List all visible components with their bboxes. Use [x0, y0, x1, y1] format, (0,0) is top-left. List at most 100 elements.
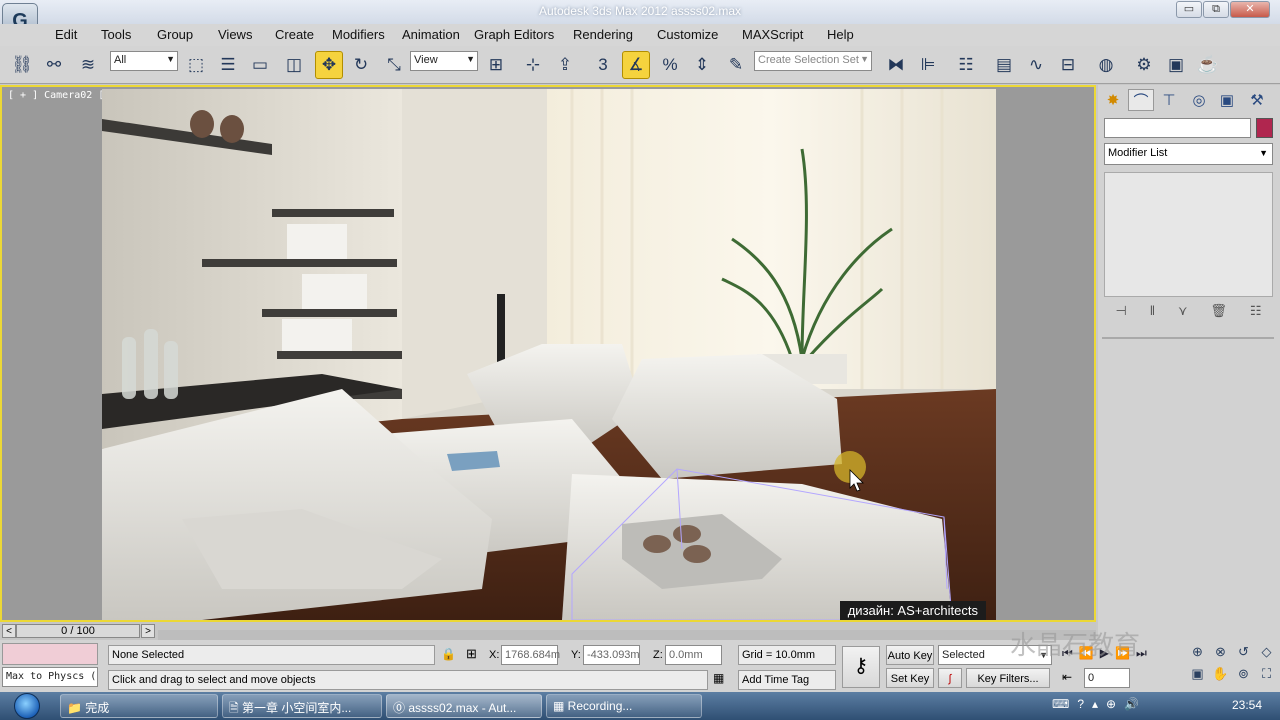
menu-tools[interactable]: Tools: [101, 27, 131, 42]
key-filters-button[interactable]: Key Filters...: [966, 668, 1050, 688]
modifier-stack[interactable]: [1104, 172, 1273, 297]
menu-maxscript[interactable]: MAXScript: [742, 27, 803, 42]
volume-icon[interactable]: 🔊: [1124, 697, 1139, 711]
zoom-all-icon[interactable]: ⊗: [1209, 644, 1232, 666]
rendered-frame-window-icon[interactable]: ▣: [1162, 51, 1190, 79]
help-icon[interactable]: ?: [1077, 697, 1084, 711]
graphite-tools-icon[interactable]: ▤: [990, 51, 1018, 79]
keyboard-icon[interactable]: ⌨: [1052, 697, 1069, 711]
add-time-tag-button[interactable]: Add Time Tag: [738, 670, 836, 690]
current-frame-field[interactable]: 0: [1084, 668, 1130, 688]
y-coordinate-field[interactable]: -433.093m: [583, 645, 640, 665]
set-key-button[interactable]: Set Key: [886, 668, 934, 688]
time-slider-thumb[interactable]: 0 / 100: [16, 624, 140, 638]
taskbar-item-document[interactable]: 🗎 第一章 小空间室内...: [222, 694, 382, 718]
select-scale-icon[interactable]: ⤡: [380, 51, 408, 79]
select-manipulate-icon[interactable]: ⊹: [519, 51, 547, 79]
default-tangent-icon[interactable]: ∫: [938, 668, 962, 688]
render-production-icon[interactable]: ☕: [1194, 51, 1222, 79]
dolly-icon[interactable]: ⊚: [1232, 666, 1255, 688]
make-unique-icon[interactable]: ⋎: [1178, 303, 1188, 323]
named-selection-set-dropdown[interactable]: Create Selection Set ▼: [754, 51, 872, 71]
utilities-tab-icon[interactable]: ⚒: [1244, 89, 1270, 111]
mirror-icon[interactable]: ⧓: [882, 51, 910, 79]
angle-snap-icon[interactable]: ∡: [622, 51, 650, 79]
curve-editor-icon[interactable]: ∿: [1022, 51, 1050, 79]
auto-key-button[interactable]: Auto Key: [886, 645, 934, 665]
maxscript-listener-field[interactable]: Max to Physcs (: [2, 667, 98, 687]
pin-stack-icon[interactable]: ⊣: [1115, 303, 1126, 323]
schematic-view-icon[interactable]: ⊟: [1054, 51, 1082, 79]
camera-viewport[interactable]: [ + ] Camera02 [ Wireframe ] дизайн: AS+…: [0, 85, 1096, 622]
key-mode-toggle-icon[interactable]: ⇤: [1062, 670, 1072, 684]
render-setup-icon[interactable]: ⚙: [1130, 51, 1158, 79]
maximize-viewport-icon[interactable]: ⛶: [1255, 666, 1278, 688]
show-end-result-icon[interactable]: ‖: [1150, 303, 1155, 323]
taskbar-clock[interactable]: 23:54: [1232, 698, 1262, 712]
absolute-mode-icon[interactable]: ⊞: [466, 646, 477, 662]
start-button[interactable]: [6, 692, 48, 720]
material-editor-icon[interactable]: ◍: [1092, 51, 1120, 79]
zoom-extents-icon[interactable]: ▣: [1186, 666, 1209, 688]
layer-manager-icon[interactable]: ☷: [952, 51, 980, 79]
motion-tab-icon[interactable]: ◎: [1186, 89, 1212, 111]
tray-expand-icon[interactable]: ▴: [1092, 697, 1098, 711]
orbit-icon[interactable]: ↺: [1232, 644, 1255, 666]
keyboard-shortcut-override-icon[interactable]: ⇪: [551, 51, 579, 79]
select-rotate-icon[interactable]: ↻: [347, 51, 375, 79]
menu-help[interactable]: Help: [827, 27, 854, 42]
rendered-room-image: [102, 89, 996, 620]
zoom-icon[interactable]: ⊕: [1186, 644, 1209, 666]
taskbar-item-3dsmax[interactable]: ⓪ assss02.max - Aut...: [386, 694, 542, 718]
unlink-icon[interactable]: ⚯: [40, 51, 68, 79]
configure-modifier-sets-icon[interactable]: ☷: [1250, 303, 1262, 323]
restore-button[interactable]: ⧉: [1203, 1, 1229, 18]
track-bar[interactable]: [158, 630, 1096, 640]
menu-modifiers[interactable]: Modifiers: [332, 27, 385, 42]
bind-space-warp-icon[interactable]: ≋: [74, 51, 102, 79]
time-next-button[interactable]: >: [141, 624, 155, 638]
percent-snap-icon[interactable]: %: [656, 51, 684, 79]
hierarchy-tab-icon[interactable]: ⊤: [1156, 89, 1182, 111]
z-coordinate-field[interactable]: 0.0mm: [665, 645, 722, 665]
reference-coordinate-dropdown[interactable]: View ▼: [410, 51, 478, 71]
menu-group[interactable]: Group: [157, 27, 193, 42]
field-of-view-icon[interactable]: ◇: [1255, 644, 1278, 666]
select-object-icon[interactable]: ⬚: [182, 51, 210, 79]
window-crossing-icon[interactable]: ◫: [280, 51, 308, 79]
close-button[interactable]: ✕: [1230, 1, 1270, 18]
set-key-icon[interactable]: ⚷: [842, 646, 880, 688]
menu-rendering[interactable]: Rendering: [573, 27, 633, 42]
menu-graph-editors[interactable]: Graph Editors: [474, 27, 554, 42]
modify-tab-icon[interactable]: ⌒: [1128, 89, 1154, 111]
modifier-list-dropdown[interactable]: Modifier List ▼: [1104, 143, 1273, 165]
link-icon[interactable]: ⛓: [8, 51, 36, 79]
menu-animation[interactable]: Animation: [402, 27, 460, 42]
align-icon[interactable]: ⊫: [914, 51, 942, 79]
edit-named-selection-icon[interactable]: ✎: [722, 51, 750, 79]
time-prev-button[interactable]: <: [2, 624, 16, 638]
create-tab-icon[interactable]: ✸: [1100, 89, 1126, 111]
remove-modifier-icon[interactable]: 🗑: [1210, 303, 1227, 323]
selection-filter-dropdown[interactable]: All ▼: [110, 51, 178, 71]
menu-create[interactable]: Create: [275, 27, 314, 42]
object-name-field[interactable]: [1104, 118, 1251, 138]
menu-views[interactable]: Views: [218, 27, 252, 42]
select-move-icon[interactable]: ✥: [315, 51, 343, 79]
rectangular-selection-icon[interactable]: ▭: [246, 51, 274, 79]
menu-edit[interactable]: Edit: [55, 27, 77, 42]
menu-customize[interactable]: Customize: [657, 27, 718, 42]
lock-selection-icon[interactable]: 🔒: [441, 647, 456, 661]
network-icon[interactable]: ⊕: [1106, 697, 1116, 711]
pan-icon[interactable]: ✋: [1209, 666, 1232, 688]
taskbar-item-explorer[interactable]: 📁 完成: [60, 694, 218, 718]
minimize-button[interactable]: ▭: [1176, 1, 1202, 18]
object-color-swatch[interactable]: [1256, 118, 1273, 138]
pivot-center-icon[interactable]: ⊞: [482, 51, 510, 79]
display-tab-icon[interactable]: ▣: [1214, 89, 1240, 111]
select-by-name-icon[interactable]: ☰: [214, 51, 242, 79]
snaps-toggle-icon[interactable]: 3: [589, 51, 617, 79]
spinner-snap-icon[interactable]: ⇕: [688, 51, 716, 79]
taskbar-item-recorder[interactable]: ▦ Recording...: [546, 694, 702, 718]
x-coordinate-field[interactable]: 1768.684m: [501, 645, 560, 665]
